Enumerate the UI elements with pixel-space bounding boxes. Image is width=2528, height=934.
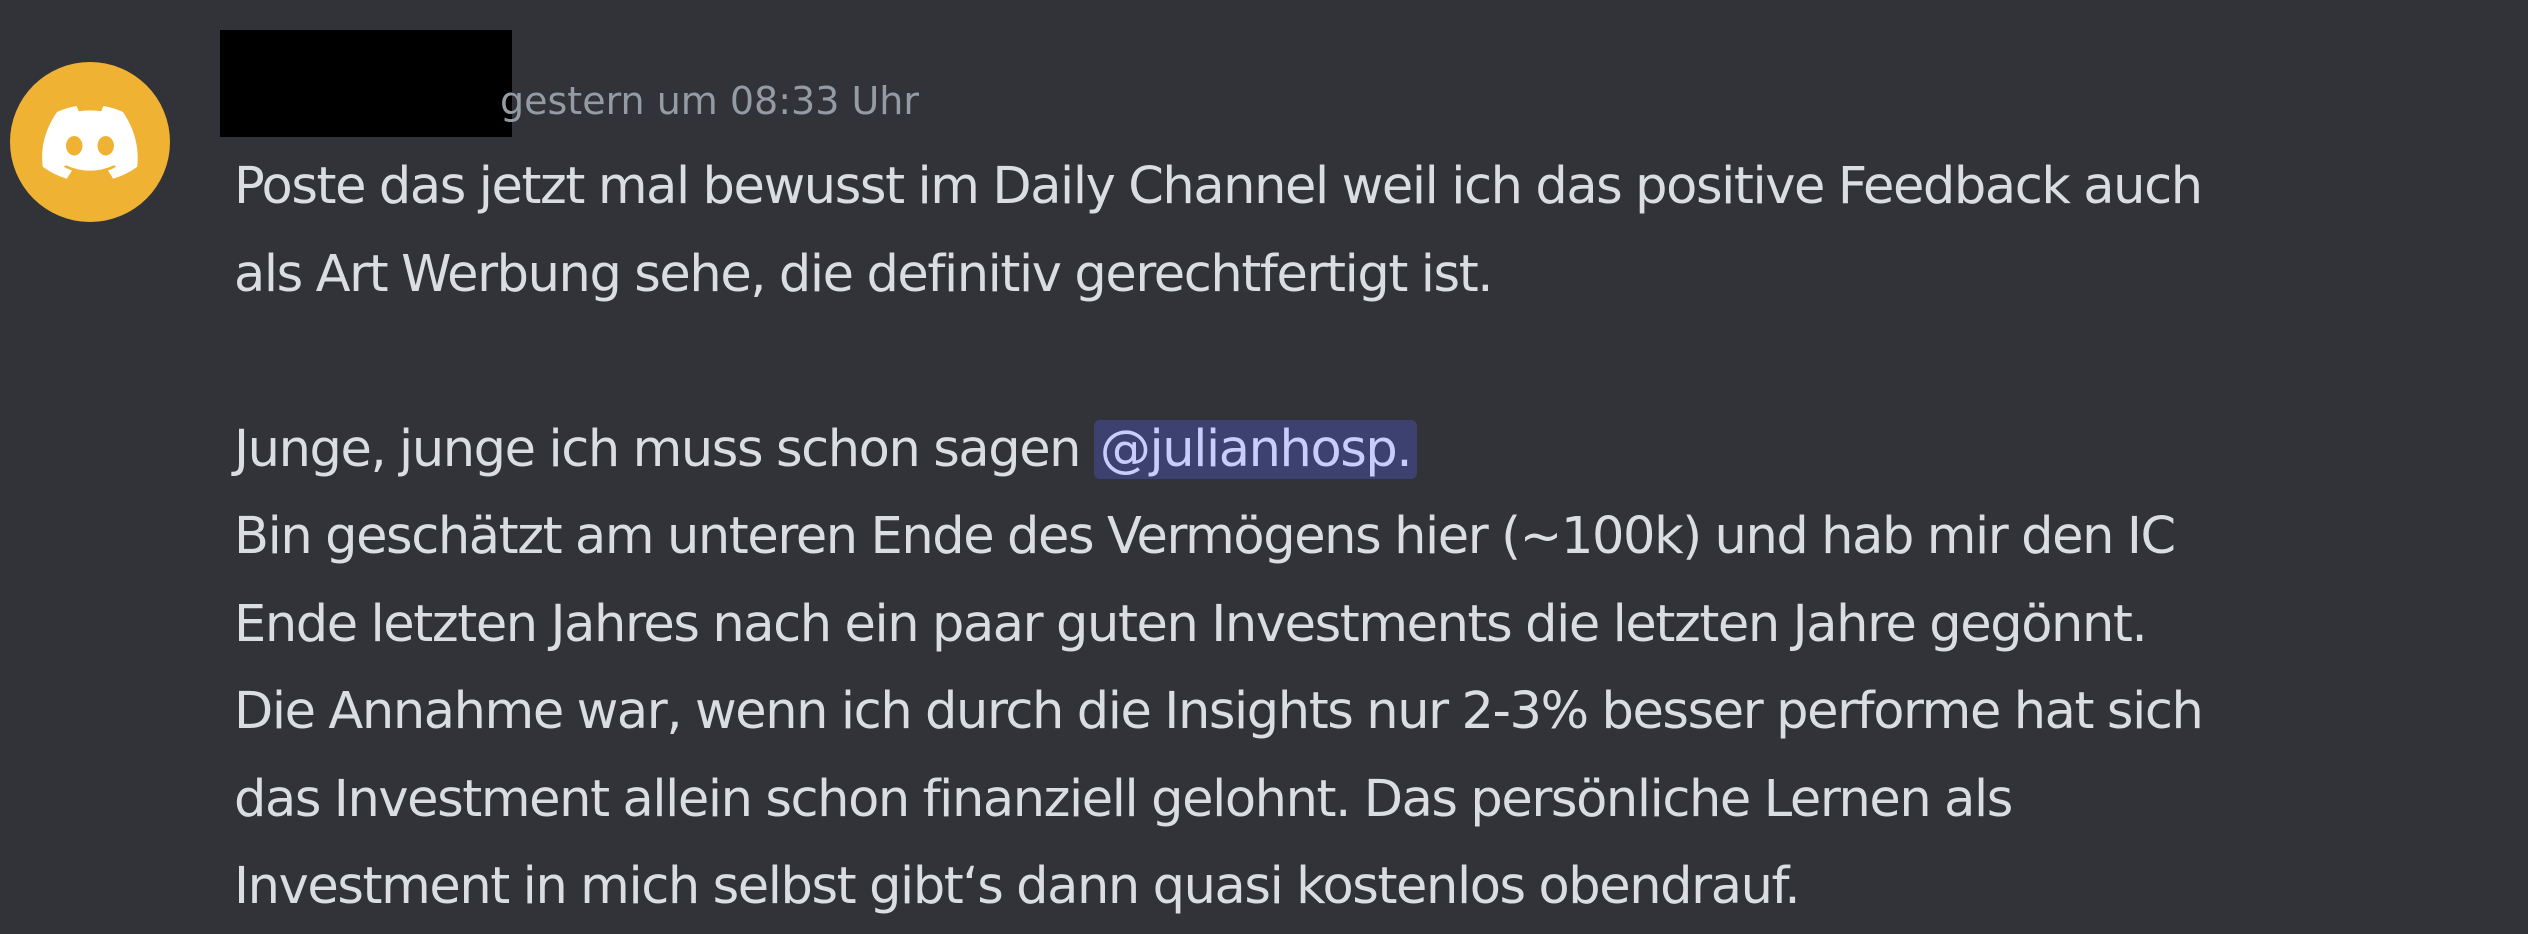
message-line: als Art Werbung sehe, die definitiv gere… <box>234 244 1494 304</box>
avatar[interactable] <box>10 62 170 222</box>
user-mention[interactable]: @julianhosp. <box>1093 419 1418 479</box>
message-line: Junge, junge ich muss schon sagen @julia… <box>234 406 2494 494</box>
chat-message: gestern um 08:33 Uhr Poste das jetzt mal… <box>0 0 2528 934</box>
message-line: Poste das jetzt mal bewusst im Daily Cha… <box>234 157 2203 216</box>
discord-logo-icon <box>42 106 138 179</box>
message-timestamp[interactable]: gestern um 08:33 Uhr <box>500 76 919 126</box>
message-line: Ende letzten Jahres nach ein paar guten … <box>234 594 2148 654</box>
username-redacted <box>220 30 512 137</box>
message-content: Poste das jetzt mal bewusst im Daily Cha… <box>234 143 2494 931</box>
message-line: das Investment allein schon finanziell g… <box>234 769 2013 829</box>
message-text: Junge, junge ich muss schon sagen <box>234 419 1094 479</box>
message-line: Die Annahme war, wenn ich durch die Insi… <box>234 682 2204 741</box>
message-line: Investment in mich selbst gibt‘s dann qu… <box>234 857 1801 916</box>
message-line: Bin geschätzt am unteren Ende des Vermög… <box>234 507 2176 566</box>
